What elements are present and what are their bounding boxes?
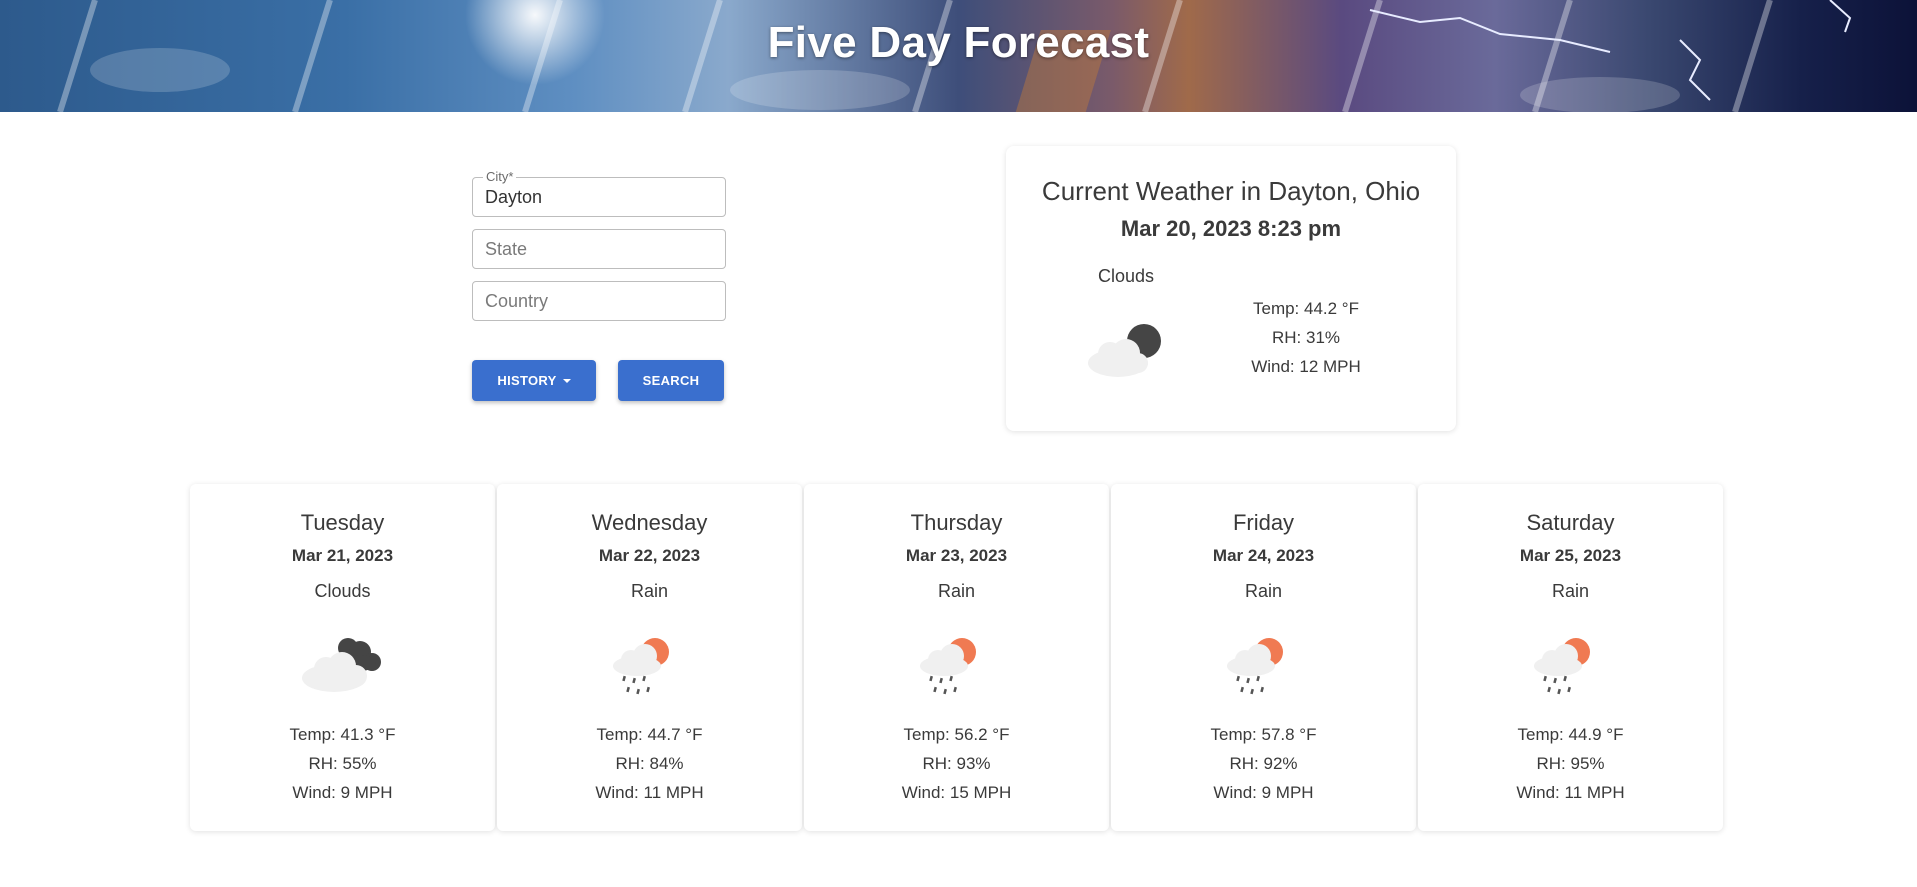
current-rh: RH: 31%: [1271, 328, 1341, 347]
current-weather-title: Current Weather in Dayton, Ohio: [1041, 176, 1421, 206]
current-weather-card: Current Weather in Dayton, Ohio Mar 20, …: [1006, 146, 1456, 431]
forecast-temp: Temp: 44.7 °F: [596, 725, 703, 744]
forecast-day: Saturday: [1526, 510, 1615, 535]
forecast-wind: Wind: 15 MPH: [901, 783, 1012, 802]
current-weather-datetime: Mar 20, 2023 8:23 pm: [1120, 216, 1342, 241]
forecast-rh: RH: 84%: [615, 754, 684, 773]
forecast-card: Wednesday Mar 22, 2023 Rain Temp: 44.7 °…: [497, 484, 802, 831]
forecast-condition: Rain: [937, 581, 976, 601]
sun-rain-icon: [920, 638, 976, 695]
current-temp: Temp: 44.2 °F: [1252, 299, 1359, 318]
forecast-stats: Temp: 44.7 °F RH: 84% Wind: 11 MPH: [497, 720, 802, 807]
current-weather-condition: Clouds: [1097, 266, 1155, 286]
forecast-temp: Temp: 56.2 °F: [903, 725, 1010, 744]
forecast-date: Mar 25, 2023: [1519, 546, 1622, 565]
forecast-wind: Wind: 11 MPH: [1516, 783, 1625, 802]
forecast-stats: Temp: 57.8 °F RH: 92% Wind: 9 MPH: [1111, 720, 1416, 807]
forecast-card: Friday Mar 24, 2023 Rain Temp: 57.8 °F R…: [1111, 484, 1416, 831]
forecast-temp: Temp: 44.9 °F: [1517, 725, 1624, 744]
forecast-day: Tuesday: [300, 510, 385, 535]
forecast-temp: Temp: 57.8 °F: [1210, 725, 1317, 744]
state-input[interactable]: [473, 230, 725, 268]
forecast-card: Saturday Mar 25, 2023 Rain Temp: 44.9 °F…: [1418, 484, 1723, 831]
forecast-condition: Rain: [630, 581, 669, 601]
dark-clouds-icon: [302, 638, 381, 692]
search-button[interactable]: SEARCH: [618, 360, 724, 401]
forecast-stats: Temp: 56.2 °F RH: 93% Wind: 15 MPH: [804, 720, 1109, 807]
search-button-label: SEARCH: [642, 373, 700, 388]
sun-rain-icon: [613, 638, 669, 695]
forecast-stats: Temp: 41.3 °F RH: 55% Wind: 9 MPH: [190, 720, 495, 807]
sun-rain-icon: [1534, 638, 1590, 695]
forecast-card: Tuesday Mar 21, 2023 Clouds Temp: 41.3 °…: [190, 484, 495, 831]
city-field[interactable]: City*: [472, 169, 726, 217]
forecast-rh: RH: 92%: [1229, 754, 1298, 773]
forecast-rh: RH: 93%: [922, 754, 991, 773]
header-banner: Five Day Forecast: [0, 0, 1917, 112]
forecast-date: Mar 22, 2023: [598, 546, 701, 565]
forecast-rh: RH: 55%: [308, 754, 377, 773]
forecast-day: Wednesday: [591, 510, 708, 535]
forecast-date: Mar 24, 2023: [1212, 546, 1315, 565]
forecast-wind: Wind: 9 MPH: [1213, 783, 1314, 802]
city-field-label: City*: [483, 169, 517, 185]
forecast-date: Mar 23, 2023: [905, 546, 1008, 565]
current-weather-stats: Temp: 44.2 °F RH: 31% Wind: 12 MPH: [1216, 294, 1396, 381]
sun-rain-icon: [1227, 638, 1283, 695]
history-button-label: HISTORY: [497, 373, 557, 388]
forecast-stats: Temp: 44.9 °F RH: 95% Wind: 11 MPH: [1418, 720, 1723, 807]
forecast-wind: Wind: 11 MPH: [595, 783, 704, 802]
forecast-day: Friday: [1232, 510, 1295, 535]
night-clouds-icon: [1088, 324, 1161, 377]
forecast-card: Thursday Mar 23, 2023 Rain Temp: 56.2 °F…: [804, 484, 1109, 831]
forecast-rh: RH: 95%: [1536, 754, 1605, 773]
history-dropdown-button[interactable]: HISTORY: [472, 360, 596, 401]
forecast-date: Mar 21, 2023: [291, 546, 394, 565]
forecast-condition: Rain: [1551, 581, 1590, 601]
forecast-condition: Rain: [1244, 581, 1283, 601]
state-field[interactable]: [472, 229, 726, 269]
forecast-condition: Clouds: [314, 581, 371, 601]
forecast-day: Thursday: [910, 510, 1003, 535]
forecast-wind: Wind: 9 MPH: [292, 783, 393, 802]
forecast-temp: Temp: 41.3 °F: [289, 725, 396, 744]
caret-down-icon: [562, 379, 571, 383]
country-field[interactable]: [472, 281, 726, 321]
country-input[interactable]: [473, 282, 725, 320]
current-wind: Wind: 12 MPH: [1251, 357, 1361, 376]
page-title: Five Day Forecast: [767, 18, 1150, 67]
